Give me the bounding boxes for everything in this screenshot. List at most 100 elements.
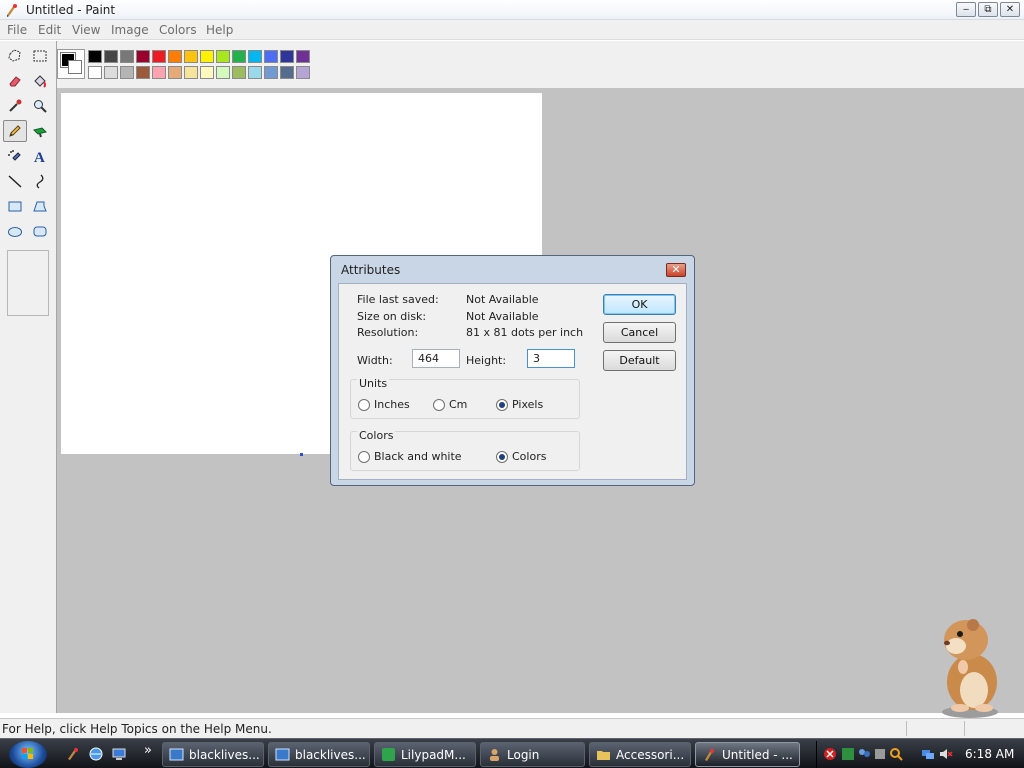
palette-swatch[interactable]: [248, 66, 262, 79]
menu-colors[interactable]: Colors: [159, 23, 197, 37]
palette-swatch[interactable]: [200, 66, 214, 79]
taskbar-item[interactable]: blacklives...: [268, 742, 370, 767]
polygon-tool[interactable]: [28, 195, 52, 217]
tool-options-box[interactable]: [7, 250, 49, 316]
menu-view[interactable]: View: [72, 23, 100, 37]
palette-swatch[interactable]: [216, 50, 230, 63]
palette-swatch[interactable]: [168, 66, 182, 79]
palette-swatch[interactable]: [88, 50, 102, 63]
rectangle-tool[interactable]: [3, 195, 27, 217]
eraser-tool[interactable]: [3, 70, 27, 92]
resize-handle-bottom[interactable]: [300, 453, 303, 456]
palette-swatch[interactable]: [184, 66, 198, 79]
units-inches-radio[interactable]: [358, 399, 370, 411]
eraser-icon: [9, 76, 21, 87]
palette-swatch[interactable]: [104, 50, 118, 63]
pencil-tool[interactable]: [3, 120, 27, 142]
fill-tool[interactable]: [28, 70, 52, 92]
close-window-button[interactable]: ✕: [1000, 2, 1020, 17]
palette-swatch[interactable]: [280, 50, 294, 63]
palette-swatch[interactable]: [264, 50, 278, 63]
tray-search-icon[interactable]: [889, 747, 903, 761]
black-and-white-radio[interactable]: [358, 451, 370, 463]
palette-swatch[interactable]: [200, 50, 214, 63]
line-tool[interactable]: [3, 170, 27, 192]
menu-bar: File Edit View Image Colors Help: [0, 20, 1024, 40]
start-button[interactable]: [9, 741, 47, 768]
menu-file[interactable]: File: [7, 23, 27, 37]
taskbar: » blacklives... blacklives... LilypadM..…: [0, 738, 1024, 768]
size-on-disk-value: Not Available: [466, 310, 539, 323]
palette-swatch[interactable]: [248, 50, 262, 63]
height-field[interactable]: 3: [527, 349, 575, 368]
tray-tool-icon[interactable]: [873, 747, 887, 761]
palette-swatch[interactable]: [88, 66, 102, 79]
cancel-button[interactable]: Cancel: [603, 322, 676, 343]
airbrush-tool[interactable]: [3, 145, 27, 167]
magnifier-tool[interactable]: [28, 95, 52, 117]
paint-icon: [705, 749, 714, 761]
select-tool[interactable]: [28, 45, 52, 67]
quicklaunch-desktop-icon[interactable]: [111, 746, 127, 762]
rounded-rectangle-tool[interactable]: [28, 220, 52, 242]
pencil-icon: [9, 125, 21, 137]
quicklaunch-overflow[interactable]: »: [144, 743, 152, 758]
clock[interactable]: 6:18 AM: [965, 747, 1014, 761]
units-cm-radio[interactable]: [433, 399, 445, 411]
units-pixels-label: Pixels: [512, 398, 544, 411]
resolution-label: Resolution:: [357, 326, 419, 339]
menu-image[interactable]: Image: [111, 23, 149, 37]
palette-swatch[interactable]: [136, 66, 150, 79]
taskbar-item[interactable]: Accessori...: [589, 742, 691, 767]
palette-swatch[interactable]: [120, 50, 134, 63]
quicklaunch-browser-icon[interactable]: [88, 746, 104, 762]
palette-swatch[interactable]: [232, 66, 246, 79]
resolution-value: 81 x 81 dots per inch: [466, 326, 584, 339]
palette-swatch[interactable]: [296, 66, 310, 79]
quicklaunch-paint-icon[interactable]: [65, 746, 81, 762]
curve-tool[interactable]: [28, 170, 52, 192]
palette-swatch[interactable]: [232, 50, 246, 63]
palette-swatch[interactable]: [152, 50, 166, 63]
taskbar-item[interactable]: LilypadM...: [374, 742, 476, 767]
pick-color-tool[interactable]: [3, 95, 27, 117]
colors-radio[interactable]: [496, 451, 508, 463]
ok-button[interactable]: OK: [603, 294, 676, 315]
background-color: [68, 60, 82, 74]
taskbar-item[interactable]: blacklives...: [162, 742, 264, 767]
maximize-button[interactable]: ⧉: [978, 2, 998, 17]
status-help-text: For Help, click Help Topics on the Help …: [2, 722, 272, 736]
width-field[interactable]: 464: [412, 349, 460, 368]
tray-app-icon[interactable]: [841, 747, 855, 761]
taskbar-item-label: Accessori...: [616, 748, 685, 762]
taskbar-item-active[interactable]: Untitled - ...: [695, 742, 800, 767]
palette-swatch[interactable]: [184, 50, 198, 63]
palette-swatch[interactable]: [104, 66, 118, 79]
security-alert-icon[interactable]: [823, 747, 837, 761]
menu-edit[interactable]: Edit: [38, 23, 61, 37]
network-icon[interactable]: [921, 747, 935, 761]
units-pixels-radio[interactable]: [496, 399, 508, 411]
menu-help[interactable]: Help: [206, 23, 233, 37]
ellipse-tool[interactable]: [3, 220, 27, 242]
volume-muted-icon[interactable]: [939, 747, 953, 761]
palette-swatch[interactable]: [136, 50, 150, 63]
taskbar-item[interactable]: Login: [480, 742, 585, 767]
palette-swatch[interactable]: [280, 66, 294, 79]
palette-swatch[interactable]: [216, 66, 230, 79]
palette-swatch[interactable]: [120, 66, 134, 79]
default-button[interactable]: Default: [603, 350, 676, 371]
dialog-close-button[interactable]: ✕: [666, 263, 686, 277]
palette-swatch[interactable]: [296, 50, 310, 63]
window-icon: [169, 748, 184, 761]
ellipse-icon: [8, 227, 22, 237]
minimize-button[interactable]: ‒: [956, 2, 976, 17]
palette-swatch[interactable]: [152, 66, 166, 79]
palette-swatch[interactable]: [168, 50, 182, 63]
brush-tool[interactable]: [28, 120, 52, 142]
text-tool[interactable]: A: [28, 145, 52, 167]
units-group: Units Inches Cm Pixels: [350, 377, 580, 419]
tray-people-icon[interactable]: [857, 747, 871, 761]
free-form-select-tool[interactable]: [3, 45, 27, 67]
palette-swatch[interactable]: [264, 66, 278, 79]
